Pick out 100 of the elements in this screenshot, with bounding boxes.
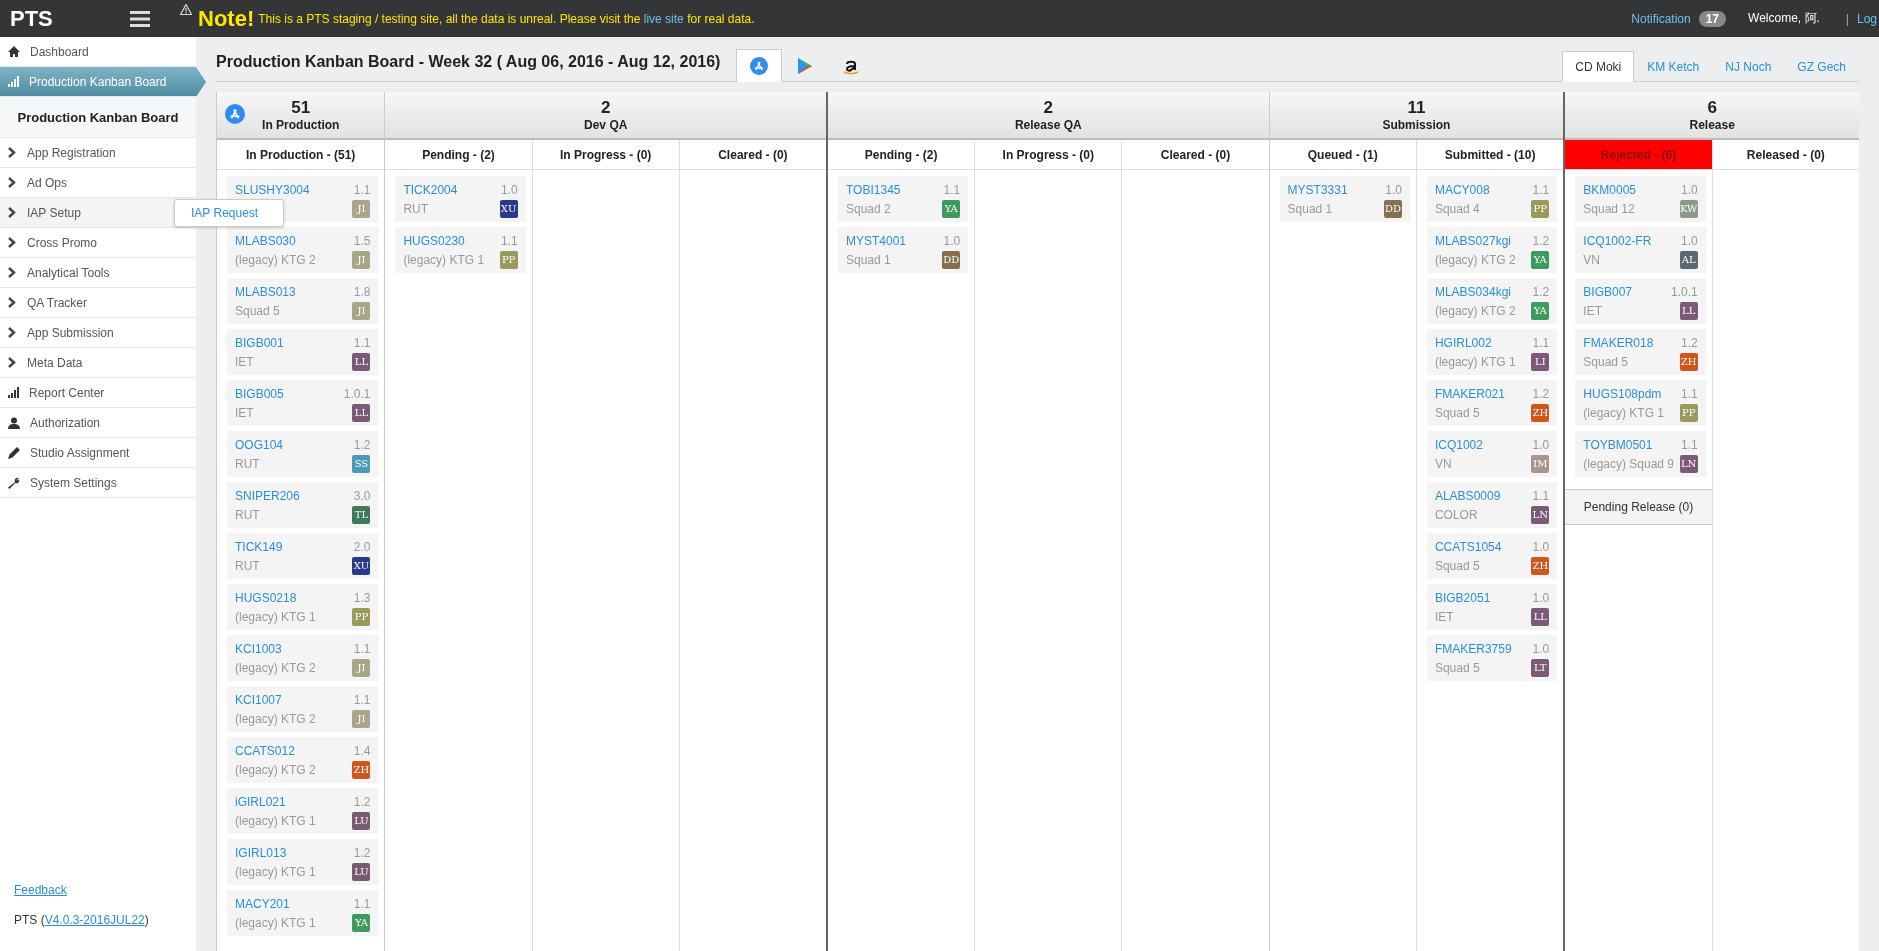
app-version: 1.0 xyxy=(1531,437,1550,452)
stage-name: Dev QA xyxy=(584,118,628,132)
owner-initials: ZH xyxy=(352,760,371,779)
app-version: 1.5 xyxy=(352,233,371,248)
stage-name: Release xyxy=(1689,118,1735,132)
app-version: 1.2 xyxy=(352,845,371,860)
staging-notice: This is a PTS staging / testing site, all the data is unreal. Please visit the live site for real data. xyxy=(258,11,755,26)
app-version: 1.1 xyxy=(499,233,518,248)
app-version: 1.0.1 xyxy=(343,386,371,401)
app-version: 1.0 xyxy=(499,182,518,197)
team-name: (legacy) KTG 2 xyxy=(235,660,317,675)
board-title: Production Kanban Board - Week 32 ( Aug 06, 2016 - Aug 12, 2016) xyxy=(216,53,721,71)
owner-initials: PP xyxy=(1531,199,1550,218)
owner-initials: JI xyxy=(352,301,371,320)
owner-initials: LI xyxy=(1531,352,1550,371)
team-name: (legacy) KTG 1 xyxy=(1583,405,1665,420)
team-name: (legacy) KTG 2 xyxy=(235,711,317,726)
app-version: 1.0 xyxy=(1531,590,1550,605)
app-version: 1.4 xyxy=(352,743,371,758)
team-name: (legacy) KTG 2 xyxy=(1434,303,1517,318)
team-name: (legacy) KTG 1 xyxy=(235,813,317,828)
notification-count: 17 xyxy=(1698,10,1727,27)
stage-name: Release QA xyxy=(1014,118,1082,132)
stage-count: 51 xyxy=(291,98,311,118)
team-name: RUT xyxy=(235,558,261,573)
team-name: Squad 5 xyxy=(1434,405,1481,420)
app-version: 1.2 xyxy=(1531,386,1550,401)
app-logo: PTS xyxy=(9,5,54,32)
app-version: 1.2 xyxy=(1679,335,1698,350)
version-text: PTS (V4.0.3-2016JUL22) xyxy=(14,913,150,927)
app-version: 2.0 xyxy=(352,539,371,554)
owner-initials: ZH xyxy=(1679,352,1698,371)
team-name: (legacy) KTG 2 xyxy=(235,762,317,777)
team-name: (legacy) KTG 1 xyxy=(1434,354,1517,369)
lane-header: Rejected - (6) xyxy=(1565,140,1712,170)
owner-initials: JI xyxy=(352,709,371,728)
team-name: IET xyxy=(235,354,255,369)
owner-initials: LU xyxy=(352,811,371,830)
app-version: 1.0.1 xyxy=(1670,284,1698,299)
owner-initials: DD xyxy=(1383,199,1402,218)
stage-count: 2 xyxy=(1043,98,1053,118)
owner-initials: YA xyxy=(1531,301,1550,320)
team-name: Squad 5 xyxy=(1583,354,1629,369)
team-name: (legacy) KTG 2 xyxy=(235,252,317,267)
owner-initials: LL xyxy=(352,352,371,371)
owner-initials: JI xyxy=(352,250,371,269)
owner-initials: ZH xyxy=(1531,403,1550,422)
owner-initials: LN xyxy=(1679,454,1698,473)
team-name: RUT xyxy=(403,201,430,216)
app-version: 1.1 xyxy=(1679,386,1698,401)
owner-initials: LU xyxy=(352,862,371,881)
owner-initials: ZH xyxy=(1531,556,1550,575)
app-version: 1.3 xyxy=(352,590,371,605)
stage-name: In Production xyxy=(262,118,340,132)
app-version: 1.2 xyxy=(1531,233,1550,248)
team-name: IET xyxy=(1583,303,1603,318)
app-version: 1.1 xyxy=(352,692,371,707)
team-name: Squad 4 xyxy=(1434,201,1481,216)
owner-initials: PP xyxy=(499,250,518,269)
owner-initials: JI xyxy=(352,199,371,218)
app-version: 1.0 xyxy=(942,233,961,248)
team-name: Squad 12 xyxy=(1583,201,1636,216)
owner-initials: KW xyxy=(1679,199,1698,218)
owner-initials: YA xyxy=(1531,250,1550,269)
team-name: (legacy) KTG 2 xyxy=(1434,252,1517,267)
owner-initials: IM xyxy=(1531,454,1550,473)
app-version: 1.8 xyxy=(352,284,371,299)
team-name: IET xyxy=(1434,609,1455,624)
owner-initials: PP xyxy=(1679,403,1698,422)
app-version: 1.0 xyxy=(1531,539,1550,554)
team-name: VN xyxy=(1583,252,1601,267)
app-version: 1.2 xyxy=(352,437,371,452)
team-name: Squad 5 xyxy=(1434,558,1481,573)
separator-text: | xyxy=(1845,11,1849,26)
owner-initials: LL xyxy=(352,403,371,422)
app-version: 1.1 xyxy=(352,641,371,656)
app-version: 1.1 xyxy=(352,182,371,197)
app-version: 1.0 xyxy=(1679,182,1698,197)
app-version: 1.1 xyxy=(1531,488,1550,503)
app-version: 1.1 xyxy=(1531,182,1550,197)
team-name: (legacy) KTG 1 xyxy=(235,915,317,930)
owner-initials: LL xyxy=(1531,607,1550,626)
app-version: 1.0 xyxy=(1531,641,1550,656)
team-name: (legacy) KTG 1 xyxy=(235,864,317,879)
app-version: 1.2 xyxy=(1531,284,1550,299)
team-name: Squad 2 xyxy=(846,201,892,216)
owner-initials: YA xyxy=(352,913,371,932)
stage-count: 2 xyxy=(600,98,611,118)
stage-count: 6 xyxy=(1707,98,1717,118)
owner-initials: LN xyxy=(1531,505,1550,524)
app-version: 1.1 xyxy=(1679,437,1698,452)
team-name: Squad 1 xyxy=(846,252,892,267)
team-name: Squad 1 xyxy=(1287,201,1334,216)
owner-initials: PP xyxy=(352,607,371,626)
team-name: RUT xyxy=(235,456,261,471)
app-version: 1.1 xyxy=(352,896,371,911)
app-version: 1.0 xyxy=(1384,182,1402,197)
app-version: 1.1 xyxy=(942,182,961,197)
note-title: Note! xyxy=(198,5,255,32)
stage-count: 11 xyxy=(1407,98,1426,118)
